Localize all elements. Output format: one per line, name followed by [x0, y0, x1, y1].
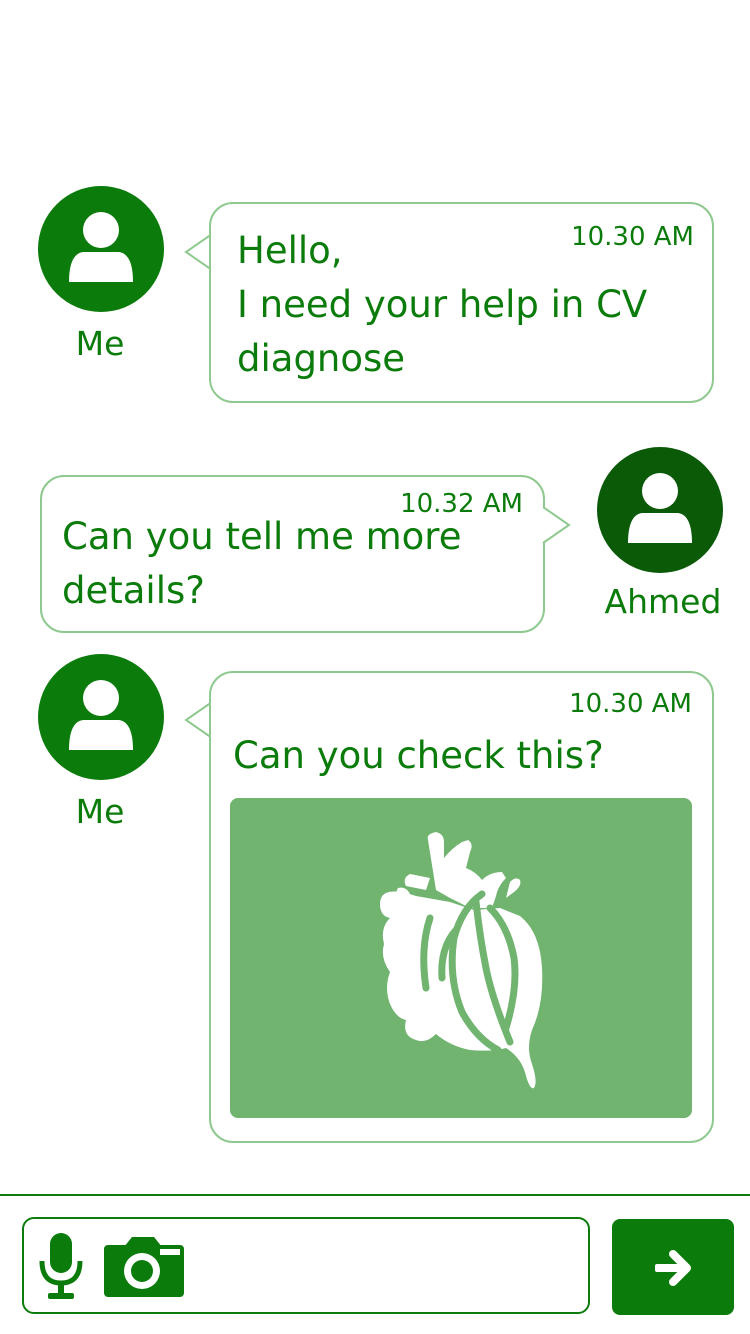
sender-name: Me: [75, 324, 125, 363]
image-attachment[interactable]: [230, 798, 692, 1118]
message-time: 10.30 AM: [569, 689, 692, 719]
message-text: Can you tell me more details?: [62, 515, 462, 612]
arrow-right-icon: [655, 1250, 691, 1286]
message-text: Can you check this?: [233, 734, 604, 777]
send-button[interactable]: [612, 1219, 734, 1315]
user-icon: [69, 680, 133, 750]
sender-name: Me: [75, 792, 125, 831]
message-text: Hello, I need your help in CV diagnose: [237, 229, 648, 380]
sender-name: Ahmed: [604, 582, 722, 621]
composer-divider: [0, 1194, 750, 1196]
message-bubble[interactable]: 10.32 AM Can you tell me more details?: [40, 475, 545, 633]
avatar-ahmed: [597, 447, 723, 573]
avatar-me: [38, 186, 164, 312]
avatar-me: [38, 654, 164, 780]
microphone-icon[interactable]: [38, 1231, 84, 1301]
heart-anatomy-icon: [380, 832, 543, 1089]
user-icon: [628, 473, 692, 543]
message-bubble[interactable]: 10.30 AM Hello, I need your help in CV d…: [209, 202, 714, 403]
bubble-tail: [542, 506, 571, 544]
message-input[interactable]: [22, 1217, 590, 1314]
user-icon: [69, 212, 133, 282]
camera-icon[interactable]: [104, 1235, 184, 1297]
